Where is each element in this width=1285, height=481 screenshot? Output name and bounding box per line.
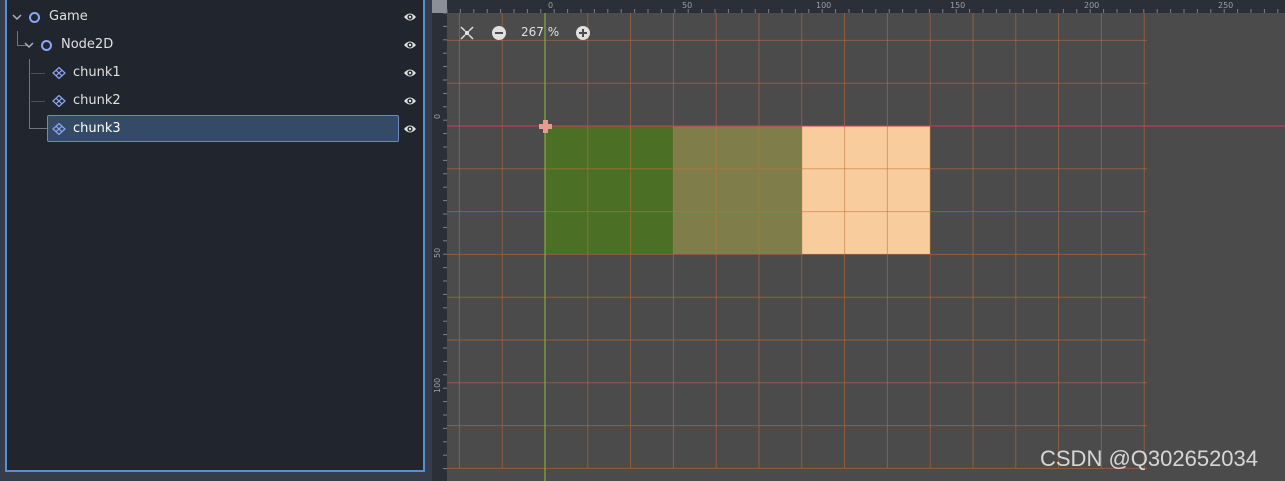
ruler-label: 50	[433, 247, 442, 258]
watermark-text: CSDN @Q302652034	[1040, 446, 1259, 471]
chunk3-tiles	[802, 126, 930, 254]
visibility-eye-icon[interactable]	[403, 11, 417, 23]
visibility-eye-icon[interactable]	[403, 123, 417, 135]
scene-canvas[interactable]	[447, 13, 1285, 481]
canvas-viewport[interactable]: 0 50 100 150 200 250 0 50 100 267 %	[432, 0, 1285, 481]
tilemap-icon	[52, 123, 66, 135]
ruler-ticks	[446, 9, 1279, 13]
ruler-label: 250	[1218, 1, 1234, 10]
node2d-icon	[41, 40, 52, 51]
chevron-down-icon[interactable]	[24, 40, 34, 50]
chunk1-tiles	[545, 126, 673, 254]
scene-tree-panel: Game Node2D chunk1 chunk2 chunk3	[5, 0, 425, 472]
ruler-horizontal[interactable]: 0 50 100 150 200 250	[432, 0, 1285, 13]
tree-item-label: Node2D	[61, 37, 114, 52]
tree-item-game[interactable]: Game	[7, 3, 423, 31]
ruler-label: 200	[1084, 1, 1100, 10]
tree-item-label: chunk3	[73, 121, 121, 136]
tree-item-chunk1[interactable]: chunk1	[7, 59, 423, 87]
tree-item-node2d[interactable]: Node2D	[7, 31, 423, 59]
chunk2-tiles	[673, 126, 802, 254]
tree-item-label: chunk2	[73, 93, 121, 108]
tree-item-chunk2[interactable]: chunk2	[7, 87, 423, 115]
ruler-label: 50	[682, 1, 693, 10]
ruler-vertical[interactable]: 0 50 100	[432, 13, 447, 481]
tree-item-chunk3[interactable]: chunk3	[7, 115, 423, 143]
ruler-label: 100	[433, 377, 442, 393]
visibility-eye-icon[interactable]	[403, 39, 417, 51]
visibility-eye-icon[interactable]	[403, 95, 417, 107]
zoom-in-icon[interactable]	[575, 25, 591, 41]
ruler-label: 100	[816, 1, 832, 10]
visibility-eye-icon[interactable]	[403, 67, 417, 79]
chevron-down-icon[interactable]	[12, 12, 22, 22]
tree-item-label: chunk1	[73, 65, 121, 80]
tilemap-icon	[52, 67, 66, 79]
zoom-level[interactable]: 267 %	[521, 25, 559, 39]
ruler-label: 150	[950, 1, 966, 10]
tree-item-label: Game	[49, 9, 88, 24]
tilemap-icon	[52, 95, 66, 107]
center-view-icon[interactable]	[459, 25, 475, 41]
node-icon	[29, 12, 40, 23]
ruler-label: 0	[433, 113, 442, 119]
ruler-label: 0	[548, 1, 554, 10]
zoom-out-icon[interactable]	[491, 25, 507, 41]
